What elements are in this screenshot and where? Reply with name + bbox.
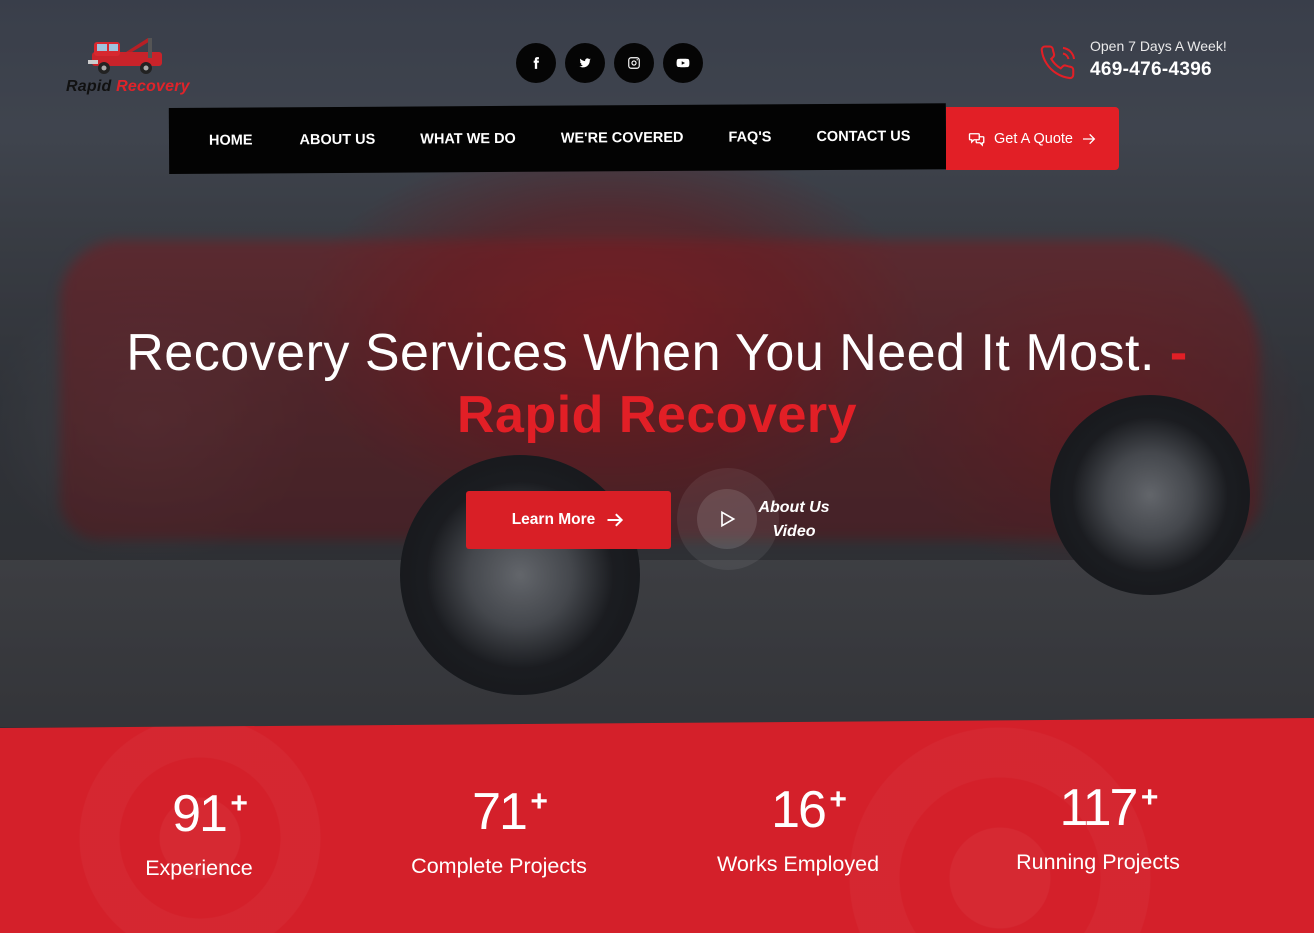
- play-video-button[interactable]: [697, 489, 757, 549]
- arrow-right-icon: [1083, 133, 1096, 144]
- stat-value: 91 +: [172, 785, 248, 843]
- main-navigation: HOME ABOUT US WHAT WE DO WE'RE COVERED F…: [168, 103, 947, 174]
- stat-experience: 91 + Experience: [69, 786, 329, 881]
- learn-more-label: Learn More: [511, 511, 596, 528]
- stat-plus: +: [829, 783, 847, 816]
- youtube-link[interactable]: [663, 43, 703, 83]
- stat-works-employed: 16 + Works Employed: [668, 782, 928, 877]
- stat-plus: +: [1140, 781, 1159, 814]
- stat-complete-projects: 71 + Complete Projects: [369, 784, 629, 879]
- stat-value: 117 +: [1059, 779, 1159, 837]
- phone-number[interactable]: 469-476-4396: [1090, 59, 1212, 81]
- stat-number: 71: [472, 783, 528, 841]
- stat-value: 71 +: [472, 783, 548, 841]
- nav-item-were-covered[interactable]: WE'RE COVERED: [561, 130, 684, 147]
- get-a-quote-button[interactable]: Get A Quote: [946, 107, 1119, 170]
- nav-item-what-we-do[interactable]: WHAT WE DO: [420, 131, 516, 148]
- instagram-link[interactable]: [614, 43, 654, 83]
- arrow-right-icon: [607, 513, 624, 527]
- tow-truck-logo-icon: [88, 38, 162, 74]
- logo-text-recovery: Recovery: [116, 78, 190, 95]
- stat-number: 117: [1059, 779, 1139, 837]
- social-links: [516, 43, 703, 83]
- twitter-icon: [579, 58, 591, 68]
- nav-item-home[interactable]: HOME: [209, 132, 253, 148]
- get-a-quote-label: Get A Quote: [994, 130, 1073, 147]
- logo-text: Rapid Recovery: [66, 78, 190, 96]
- stat-label: Running Projects: [1016, 850, 1180, 874]
- stat-running-projects: 117 + Running Projects: [968, 780, 1228, 875]
- nav-item-about-us[interactable]: ABOUT US: [299, 132, 375, 148]
- site-logo[interactable]: Rapid Recovery: [64, 34, 204, 98]
- youtube-icon: [676, 58, 690, 68]
- hero-title: Recovery Services When You Need It Most.…: [120, 322, 1194, 446]
- nav-item-faqs[interactable]: FAQ'S: [728, 129, 771, 145]
- instagram-icon: [628, 57, 640, 69]
- play-icon: [721, 510, 736, 528]
- stat-label: Experience: [145, 856, 253, 880]
- stat-label: Complete Projects: [411, 854, 587, 878]
- facebook-icon: [533, 57, 539, 69]
- hero-title-main: Recovery Services When You Need It Most.: [126, 324, 1155, 382]
- facebook-link[interactable]: [516, 43, 556, 83]
- about-us-video-link[interactable]: About Us Video: [752, 496, 836, 544]
- learn-more-button[interactable]: Learn More: [466, 491, 671, 549]
- video-label-line2: Video: [772, 523, 816, 540]
- twitter-link[interactable]: [565, 43, 605, 83]
- chat-icon: [968, 132, 985, 147]
- opening-hours: Open 7 Days A Week!: [1090, 38, 1227, 54]
- logo-text-rapid: Rapid: [66, 78, 112, 95]
- nav-item-contact-us[interactable]: CONTACT US: [816, 128, 910, 145]
- stat-plus: +: [230, 787, 248, 820]
- contact-info: Open 7 Days A Week! 469-476-4396: [1040, 38, 1260, 86]
- stat-number: 16: [771, 781, 827, 839]
- stat-value: 16 +: [771, 781, 847, 839]
- stat-number: 91: [172, 785, 228, 843]
- stat-plus: +: [530, 785, 548, 818]
- stat-label: Works Employed: [716, 852, 880, 876]
- phone-icon: [1040, 45, 1076, 80]
- video-label-line1: About Us: [758, 499, 830, 516]
